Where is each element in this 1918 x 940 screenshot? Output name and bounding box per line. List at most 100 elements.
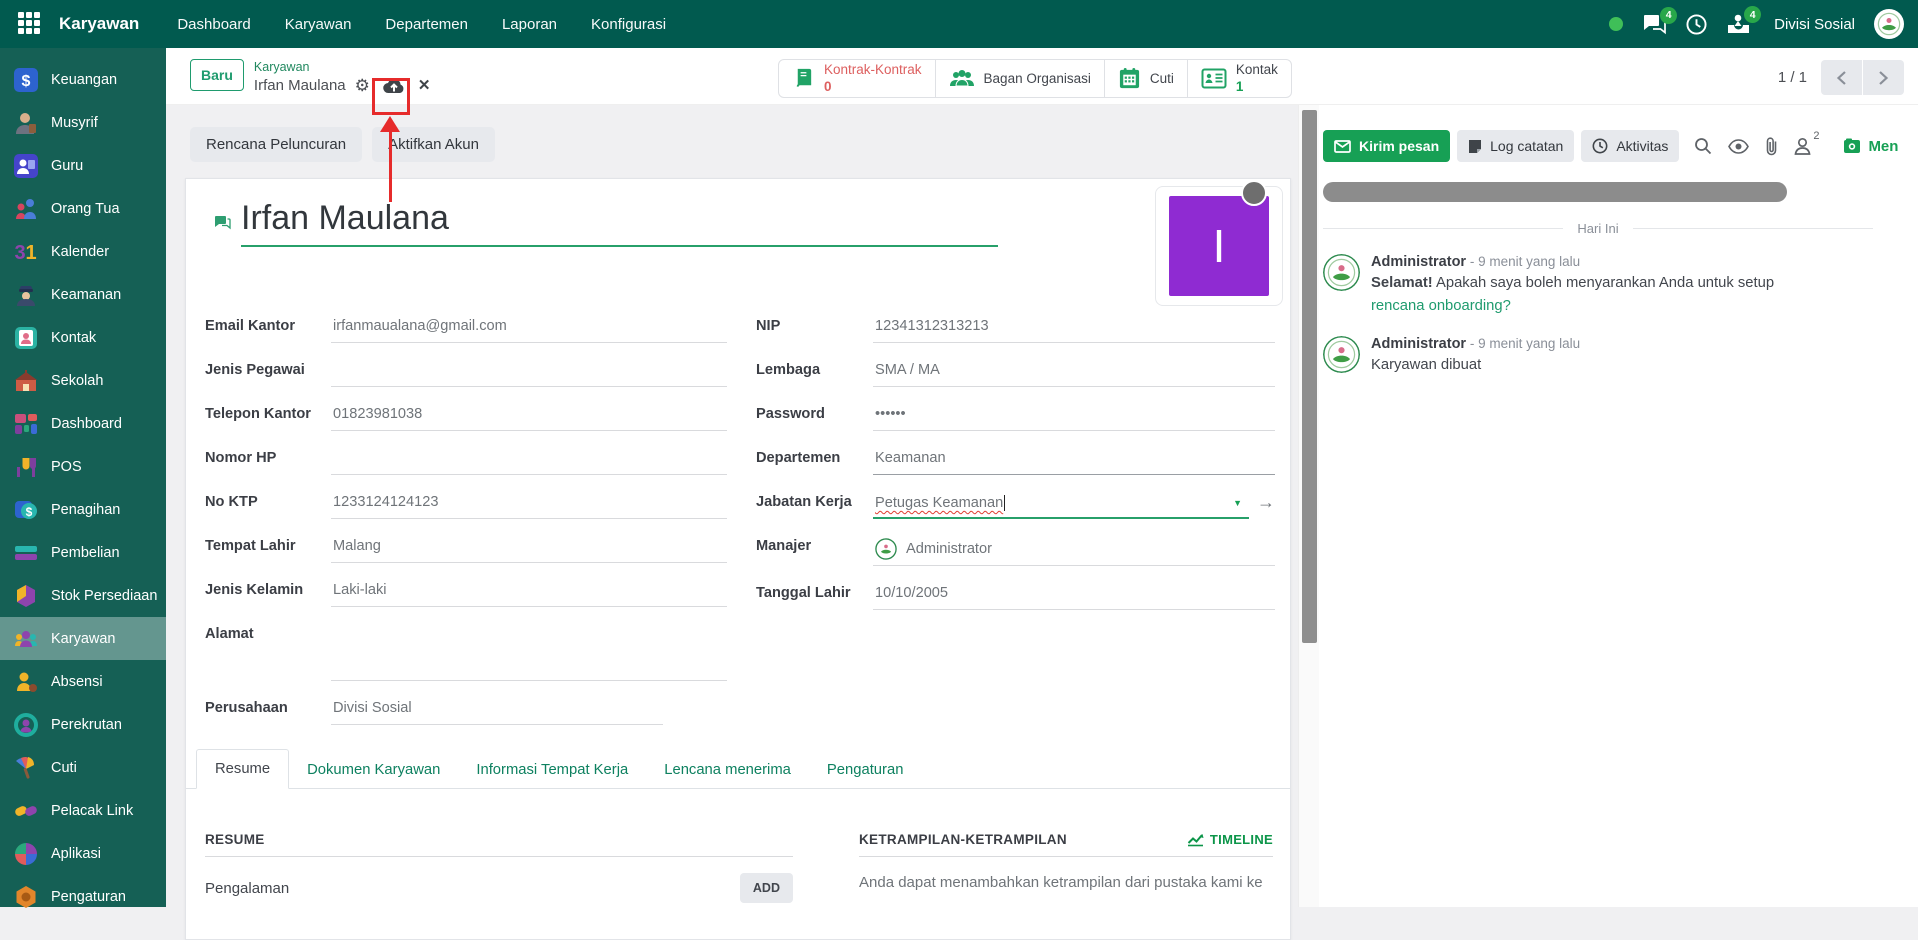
menu-dashboard[interactable]: Dashboard bbox=[177, 16, 250, 33]
email-kantor-input[interactable]: irfanmaualana@gmail.com bbox=[331, 315, 727, 343]
timeline-link[interactable]: TIMELINE bbox=[1187, 832, 1273, 847]
clock-icon[interactable] bbox=[1686, 14, 1707, 35]
tanggal-lahir-input[interactable]: 10/10/2005 bbox=[873, 582, 1275, 610]
new-record-button[interactable]: Baru bbox=[190, 59, 244, 91]
nip-input[interactable]: 12341312313213 bbox=[873, 315, 1275, 343]
stat-button-contact[interactable]: Kontak1 bbox=[1187, 60, 1291, 97]
message-body: Selamat! Apakah saya boleh menyarankan A… bbox=[1371, 272, 1831, 318]
sidebar-item-aplikasi[interactable]: Aplikasi bbox=[0, 832, 166, 875]
app-title: Karyawan bbox=[59, 14, 139, 34]
launch-plan-button[interactable]: Rencana Peluncuran bbox=[190, 127, 362, 162]
sidebar-item-penagihan[interactable]: $Penagihan bbox=[0, 488, 166, 531]
field-jenis-kelamin: Jenis Kelamin Laki-laki bbox=[205, 579, 727, 607]
activities-tray-icon[interactable]: 4 bbox=[1726, 13, 1751, 35]
sidebar-item-perekrutan[interactable]: Perekrutan bbox=[0, 703, 166, 746]
menu-laporan[interactable]: Laporan bbox=[502, 16, 557, 33]
tab-informasi-tempat-kerja[interactable]: Informasi Tempat Kerja bbox=[458, 751, 646, 789]
sidebar-item-guru[interactable]: Guru bbox=[0, 144, 166, 187]
sidebar-item-absensi[interactable]: Absensi bbox=[0, 660, 166, 703]
tempat-lahir-input[interactable]: Malang bbox=[331, 535, 727, 563]
eye-icon[interactable] bbox=[1728, 139, 1749, 154]
employee-name-input[interactable]: Irfan Maulana bbox=[241, 199, 998, 238]
field-alamat: Alamat bbox=[205, 623, 727, 681]
sidebar-item-pengaturan[interactable]: Pengaturan bbox=[0, 875, 166, 918]
apps-icon bbox=[13, 841, 39, 867]
sidebar-item-cuti[interactable]: Cuti bbox=[0, 746, 166, 789]
security-officer-icon bbox=[13, 282, 39, 308]
departemen-input[interactable]: Keamanan bbox=[873, 447, 1275, 475]
menu-konfigurasi[interactable]: Konfigurasi bbox=[591, 16, 666, 33]
sidebar-item-keuangan[interactable]: $Keuangan bbox=[0, 58, 166, 101]
stat-button-org-chart[interactable]: Bagan Organisasi bbox=[935, 60, 1104, 97]
sidebar-item-pembelian[interactable]: Pembelian bbox=[0, 531, 166, 574]
search-message-icon[interactable] bbox=[1694, 137, 1712, 155]
user-avatar[interactable] bbox=[1874, 9, 1904, 39]
internal-link-arrow-icon[interactable]: → bbox=[1257, 491, 1275, 519]
sidebar-item-kalender[interactable]: 31Kalender bbox=[0, 230, 166, 273]
inbox-photo-icon bbox=[1843, 138, 1861, 154]
sidebar-item-dashboard[interactable]: Dashboard bbox=[0, 402, 166, 445]
gear-icon[interactable]: ⚙ bbox=[355, 77, 370, 94]
lembaga-input[interactable]: SMA / MA bbox=[873, 359, 1275, 387]
sidebar-item-sekolah[interactable]: Sekolah bbox=[0, 359, 166, 402]
sidebar-item-keamanan[interactable]: Keamanan bbox=[0, 273, 166, 316]
nomor-hp-input[interactable] bbox=[331, 447, 727, 475]
jenis-pegawai-input[interactable] bbox=[331, 359, 727, 387]
followers-button[interactable]: 2 bbox=[1794, 137, 1811, 155]
main-scrollbar-thumb[interactable] bbox=[1302, 110, 1317, 643]
onboarding-plan-link[interactable]: rencana onboarding? bbox=[1371, 298, 1511, 314]
main-scrollbar-track[interactable] bbox=[1298, 105, 1319, 907]
menu-departemen[interactable]: Departemen bbox=[385, 16, 468, 33]
tab-lencana-menerima[interactable]: Lencana menerima bbox=[646, 751, 809, 789]
employee-avatar[interactable]: I bbox=[1169, 196, 1269, 296]
message-author[interactable]: Administrator bbox=[1371, 254, 1466, 270]
stat-button-contracts[interactable]: Kontrak-Kontrak0 bbox=[779, 60, 935, 97]
paperclip-icon[interactable] bbox=[1765, 137, 1778, 156]
activities-button[interactable]: Aktivitas bbox=[1581, 130, 1679, 162]
telepon-kantor-input[interactable]: 01823981038 bbox=[331, 403, 727, 431]
add-experience-button[interactable]: ADD bbox=[740, 873, 793, 903]
tab-dokumen-karyawan[interactable]: Dokumen Karyawan bbox=[289, 751, 458, 789]
tab-resume[interactable]: Resume bbox=[196, 749, 289, 789]
jabatan-kerja-input[interactable]: Petugas Keamanan ▼ bbox=[873, 491, 1249, 519]
pager-next-button[interactable] bbox=[1863, 60, 1904, 95]
perusahaan-input[interactable]: Divisi Sosial bbox=[331, 697, 663, 725]
messages-icon[interactable]: 4 bbox=[1642, 14, 1667, 35]
manajer-input[interactable]: Administrator bbox=[873, 535, 1275, 566]
jenis-kelamin-input[interactable]: Laki-laki bbox=[331, 579, 727, 607]
password-input[interactable]: •••••• bbox=[873, 403, 1275, 431]
stat-button-timeoff[interactable]: Cuti bbox=[1104, 60, 1187, 97]
tab-pengaturan[interactable]: Pengaturan bbox=[809, 751, 922, 789]
svg-text:1: 1 bbox=[25, 242, 36, 264]
discard-icon[interactable]: ✕ bbox=[418, 76, 431, 96]
message-author[interactable]: Administrator bbox=[1371, 336, 1466, 352]
sidebar-item-karyawan[interactable]: Karyawan bbox=[0, 617, 166, 660]
company-switcher[interactable]: Divisi Sosial bbox=[1774, 16, 1855, 33]
message-author-avatar bbox=[1323, 254, 1360, 291]
field-manajer: Manajer Administrator bbox=[756, 535, 1275, 566]
field-perusahaan: Perusahaan Divisi Sosial bbox=[205, 697, 727, 725]
envelope-icon bbox=[1334, 140, 1351, 153]
sidebar-item-kontak[interactable]: Kontak bbox=[0, 316, 166, 359]
no-ktp-input[interactable]: 1233124124123 bbox=[331, 491, 727, 519]
school-icon bbox=[13, 368, 39, 394]
following-button[interactable]: Men bbox=[1843, 138, 1898, 155]
pager-previous-button[interactable] bbox=[1821, 60, 1862, 95]
sidebar-item-pos[interactable]: POS bbox=[0, 445, 166, 488]
sidebar-item-orang-tua[interactable]: Orang Tua bbox=[0, 187, 166, 230]
sidebar-item-pelacak-link[interactable]: Pelacak Link bbox=[0, 789, 166, 832]
field-lembaga: Lembaga SMA / MA bbox=[756, 359, 1275, 387]
sidebar-item-musyrif[interactable]: Musyrif bbox=[0, 101, 166, 144]
alamat-input[interactable] bbox=[331, 623, 727, 681]
apps-menu-icon[interactable] bbox=[18, 12, 42, 36]
fields-right-column: NIP 12341312313213 Lembaga SMA / MA Pass… bbox=[756, 315, 1275, 626]
settings-icon bbox=[13, 884, 39, 910]
log-note-button[interactable]: Log catatan bbox=[1457, 130, 1574, 162]
menu-karyawan[interactable]: Karyawan bbox=[285, 16, 352, 33]
breadcrumb-parent[interactable]: Karyawan bbox=[254, 59, 431, 75]
sidebar-item-stok[interactable]: Stok Persediaan bbox=[0, 574, 166, 617]
send-message-button[interactable]: Kirim pesan bbox=[1323, 130, 1450, 162]
timeoff-icon bbox=[13, 755, 39, 781]
chatter-panel: Kirim pesan Log catatan Aktivitas 2 Men … bbox=[1319, 105, 1918, 907]
chevron-down-icon[interactable]: ▼ bbox=[1233, 498, 1247, 508]
